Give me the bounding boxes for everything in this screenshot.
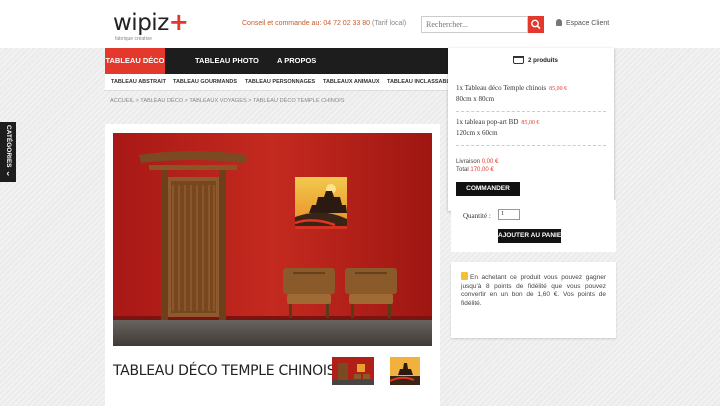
- total-value: 170,00 €: [470, 167, 494, 173]
- product-photo[interactable]: [113, 133, 432, 346]
- phone-number[interactable]: 04 72 02 33 80: [323, 20, 370, 27]
- thumbnail-room-image: [332, 357, 374, 385]
- cart-totals: Livraison 0,00 € Total 170,00 €: [456, 158, 498, 174]
- loyalty-message: En achetant ce produit vous pouvez gagne…: [461, 274, 606, 307]
- search-input[interactable]: [421, 16, 528, 33]
- logo[interactable]: wipiz+ fabrique créative: [113, 8, 189, 42]
- shipping-label: Livraison: [456, 159, 481, 165]
- sub-nav: Tableau abstrait Tableau gourmands Table…: [105, 74, 453, 91]
- cart-item-name: 1x Tableau déco Temple chinois: [456, 84, 547, 92]
- divider: [456, 111, 606, 112]
- search-button[interactable]: [528, 16, 544, 33]
- categories-label: Catégories: [5, 124, 12, 168]
- nav-item-tableau-photo[interactable]: Tableau photo: [195, 48, 259, 74]
- subnav-item-gourmands[interactable]: Tableau gourmands: [173, 74, 237, 90]
- checkout-button[interactable]: Commander: [456, 182, 520, 196]
- nav-item-tableau-deco[interactable]: Tableau déco: [105, 48, 165, 74]
- main-nav: Tableau déco Tableau photo A propos: [105, 48, 475, 74]
- logo-tagline: fabrique créative: [115, 36, 152, 42]
- cart-item[interactable]: 1x Tableau déco Temple chinois 85,00 € 80…: [456, 84, 567, 104]
- phone-note: (Tarif local): [372, 20, 407, 27]
- cart-count[interactable]: 2 produits: [528, 57, 558, 64]
- product-title: TABLEAU DÉCO TEMPLE CHINOIS: [113, 363, 336, 379]
- categories-tab[interactable]: Catégories ‹: [0, 122, 16, 182]
- quantity-label: Quantité :: [463, 212, 491, 220]
- cart-item-size: 120cm x 60cm: [456, 128, 498, 137]
- subnav-item-animaux[interactable]: Tableaux animaux: [323, 74, 380, 90]
- user-icon: [556, 19, 562, 26]
- subnav-item-abstrait[interactable]: Tableau abstrait: [111, 74, 166, 90]
- loyalty-text: En achetant ce produit vous pouvez gagne…: [461, 272, 606, 308]
- quantity-input[interactable]: 1: [498, 209, 520, 220]
- room-scene-image: [113, 133, 432, 346]
- thumbnail-room[interactable]: [332, 357, 374, 385]
- cart-item-name: 1x tableau pop-art BD: [456, 118, 519, 126]
- contact-label: Conseil et commande au:: [242, 20, 322, 27]
- breadcrumb[interactable]: Accueil > Tableau déco > Tableaux voyage…: [110, 98, 344, 104]
- divider: [456, 145, 606, 146]
- nav-item-a-propos[interactable]: A propos: [277, 48, 316, 74]
- top-header: wipiz+ fabrique créative Conseil et comm…: [0, 0, 720, 48]
- logo-plus-icon: +: [168, 8, 189, 36]
- contact-info: Conseil et commande au: 04 72 02 33 80 (…: [242, 20, 406, 27]
- order-panel: Quantité : 1 Ajouter au panier: [451, 200, 616, 252]
- cart-item-size: 80cm x 80cm: [456, 94, 495, 103]
- subnav-item-inclassables[interactable]: Tableau inclassables: [387, 74, 453, 90]
- cart-icon: [513, 56, 524, 64]
- cart-item-price: 85,00 €: [521, 120, 540, 126]
- shipping-value: 0,00 €: [481, 159, 499, 165]
- cart-item-price: 85,00 €: [549, 86, 568, 92]
- account-label: Espace Client: [566, 20, 610, 27]
- search-icon: [531, 19, 541, 30]
- loyalty-panel: En achetant ce produit vous pouvez gagne…: [451, 262, 616, 338]
- thumbnail-temple[interactable]: [390, 357, 420, 385]
- cart-dropdown: 2 produits 1x Tableau déco Temple chinoi…: [448, 48, 614, 211]
- logo-text: wipiz: [113, 10, 169, 36]
- loyalty-icon: [461, 272, 468, 280]
- product-card: TABLEAU DÉCO TEMPLE CHINOIS: [105, 124, 440, 406]
- chevron-left-icon: ‹: [6, 168, 10, 178]
- total-label: Total: [456, 167, 469, 173]
- account-link[interactable]: Espace Client: [556, 19, 609, 27]
- thumbnail-temple-image: [390, 357, 420, 385]
- subnav-item-personnages[interactable]: Tableau personnages: [245, 74, 315, 90]
- cart-item[interactable]: 1x tableau pop-art BD 85,00 € 120cm x 60c…: [456, 118, 539, 138]
- add-to-cart-button[interactable]: Ajouter au panier: [498, 229, 566, 243]
